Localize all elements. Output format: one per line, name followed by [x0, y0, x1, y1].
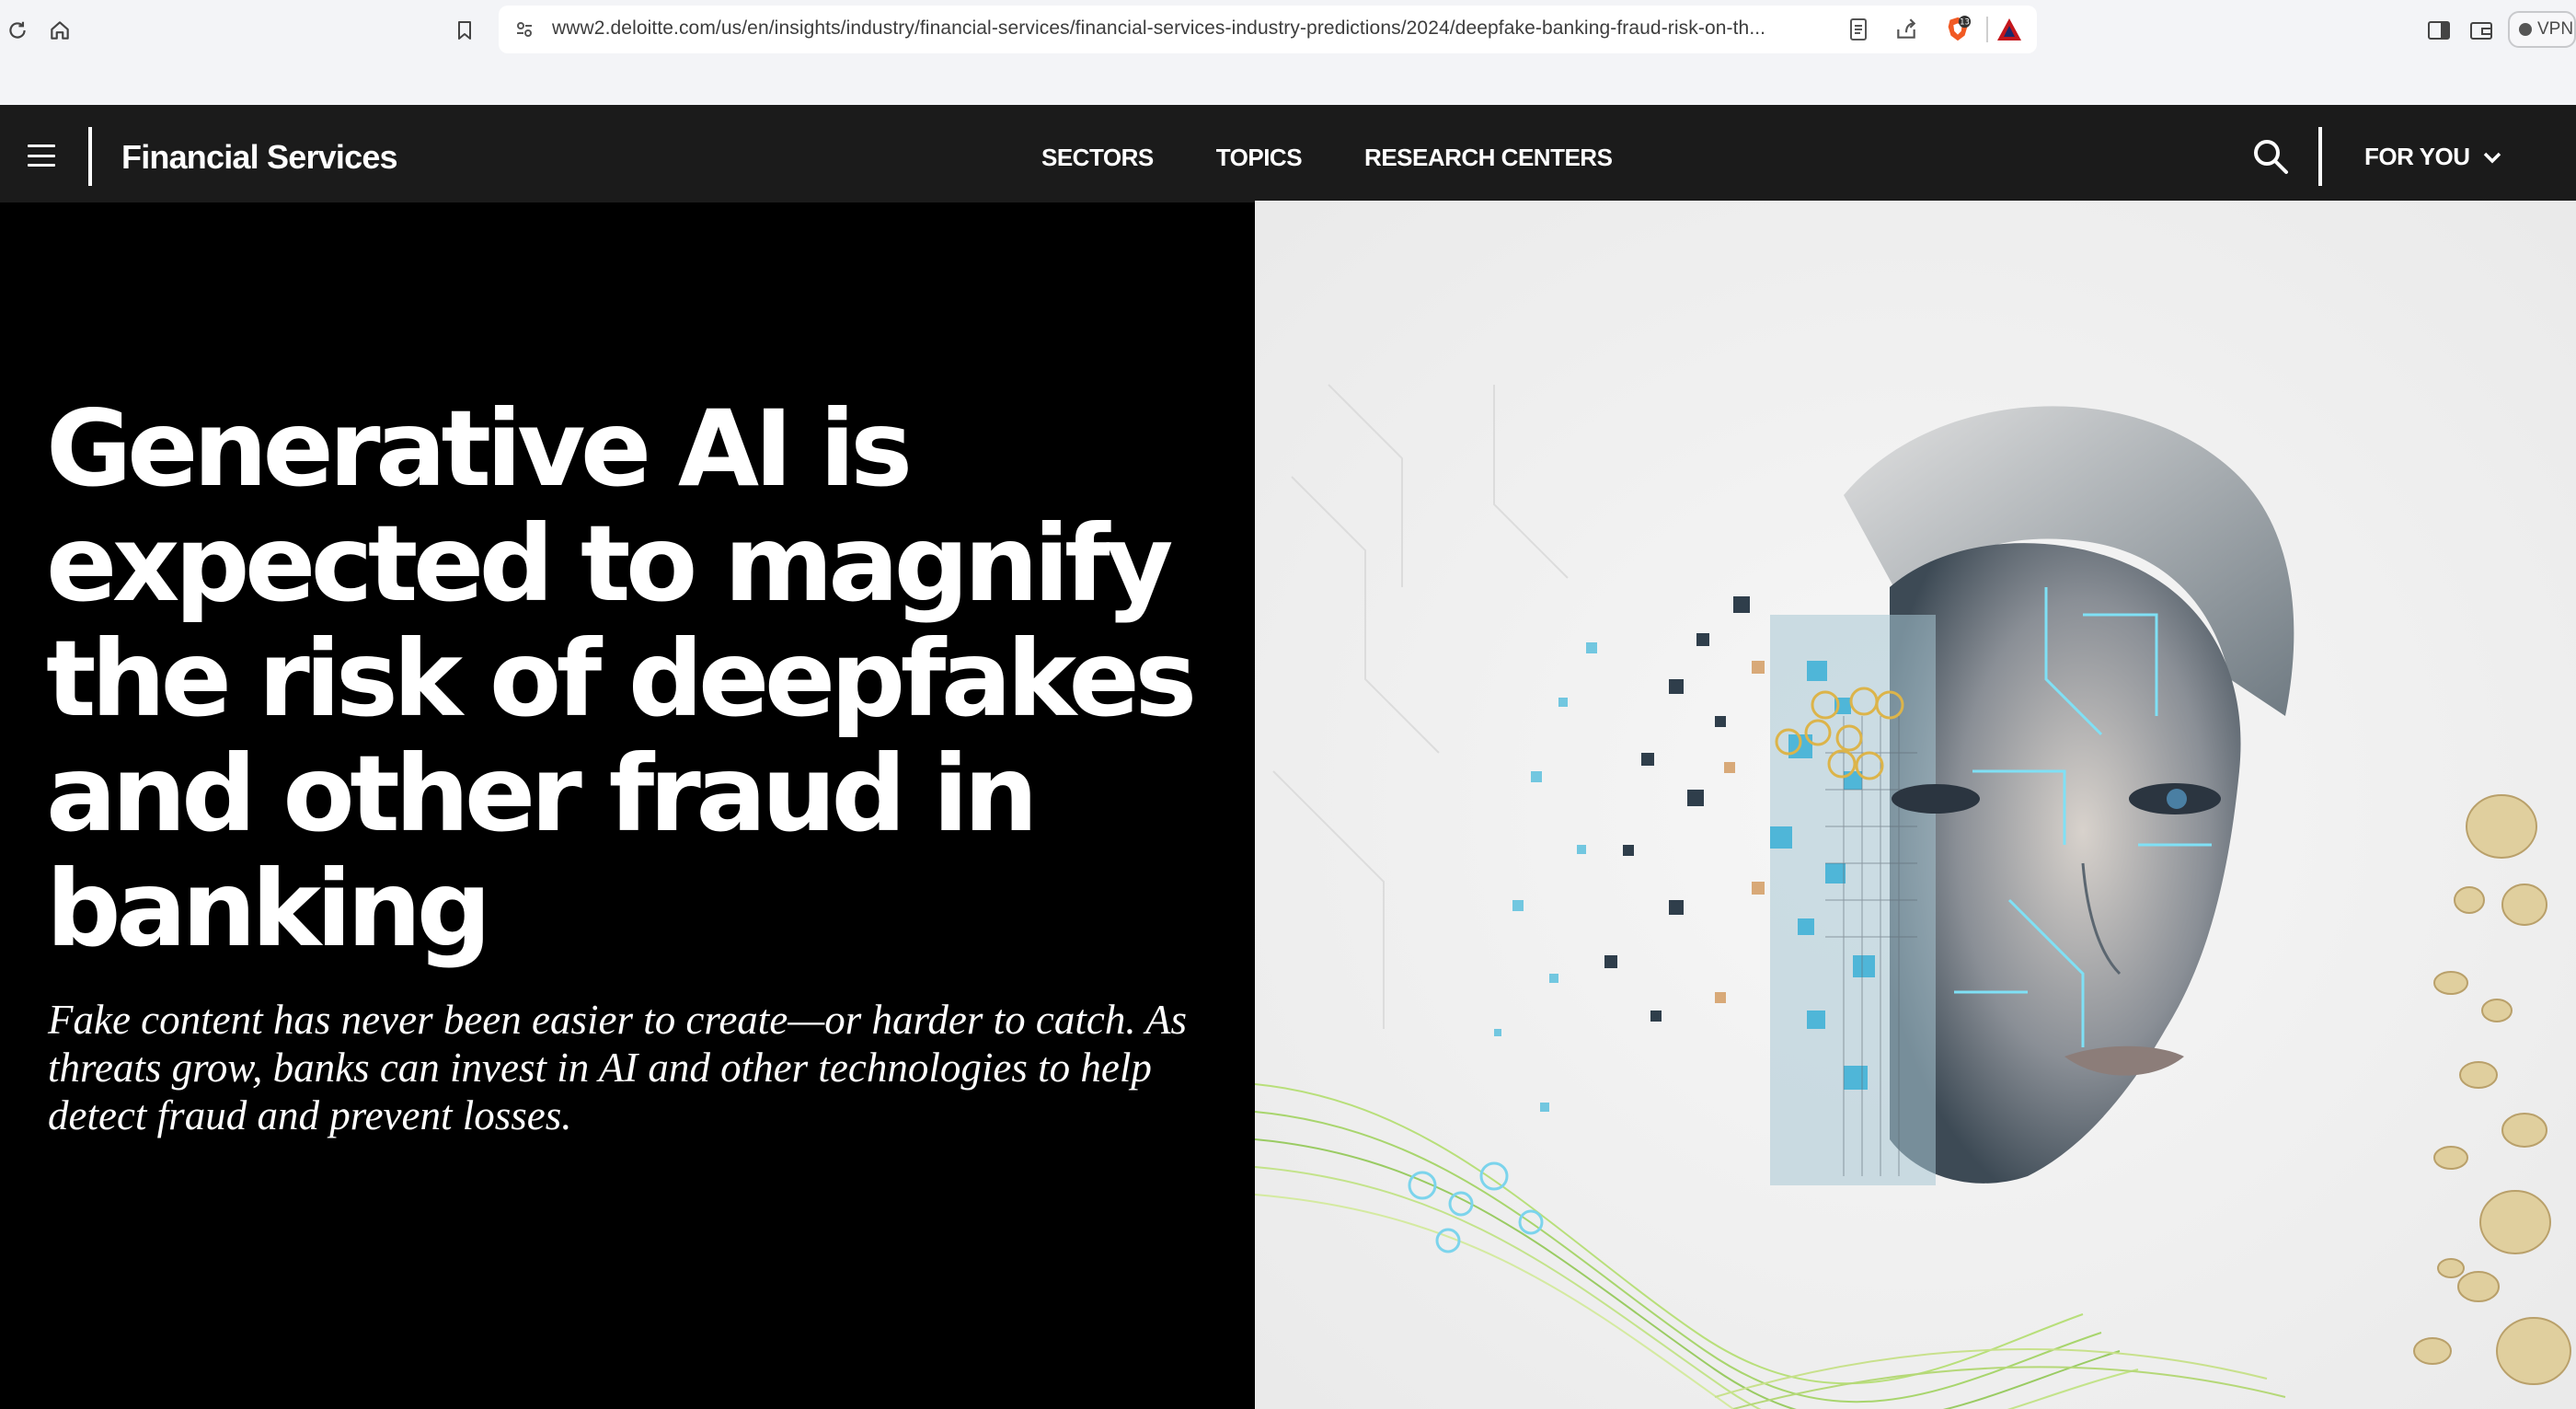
site-brand[interactable]: Financial Services: [121, 138, 398, 177]
shield-count-badge: 13: [1960, 17, 1970, 26]
nav-research-centers[interactable]: RESEARCH CENTERS: [1364, 144, 1613, 172]
nav-topics[interactable]: TOPICS: [1216, 144, 1303, 172]
for-you-label: FOR YOU: [2364, 143, 2470, 170]
chevron-down-icon: [2484, 152, 2501, 163]
article-title: Generative AI is expected to magnify the…: [46, 387, 1197, 970]
menu-icon[interactable]: [28, 144, 55, 167]
primary-nav: SECTORS TOPICS RESEARCH CENTERS: [1041, 144, 1674, 172]
site-navigation: Financial Services SECTORS TOPICS RESEAR…: [0, 109, 2576, 202]
reader-mode-icon[interactable]: [1844, 15, 1873, 44]
browser-toolbar: www2.deloitte.com/us/en/insights/industr…: [0, 0, 2576, 109]
nav-sectors[interactable]: SECTORS: [1041, 144, 1154, 172]
home-icon[interactable]: [44, 15, 75, 46]
vpn-button[interactable]: VPN: [2508, 11, 2576, 48]
nav-divider: [88, 127, 92, 186]
address-bar[interactable]: www2.deloitte.com/us/en/insights/industr…: [499, 6, 2037, 53]
share-icon[interactable]: [1892, 15, 1921, 44]
site-settings-icon[interactable]: [510, 15, 539, 44]
search-icon[interactable]: [2250, 136, 2291, 177]
vpn-label: VPN: [2537, 19, 2574, 39]
brave-shield-icon[interactable]: 13: [1943, 15, 1972, 44]
for-you-dropdown[interactable]: FOR YOU: [2364, 143, 2502, 171]
hero-image: [1255, 201, 2576, 1409]
bookmark-icon[interactable]: [449, 15, 480, 46]
address-bar-divider: [1986, 17, 1988, 42]
article-subtitle: Fake content has never been easier to cr…: [48, 997, 1188, 1138]
url-text[interactable]: www2.deloitte.com/us/en/insights/industr…: [552, 17, 1840, 40]
vpn-status-icon: [2519, 23, 2532, 36]
deepfake-face-illustration: [1255, 201, 2576, 1409]
wallet-icon[interactable]: [2466, 15, 2497, 46]
nav-divider: [2318, 127, 2322, 186]
reload-icon[interactable]: [2, 15, 33, 46]
sidebar-icon[interactable]: [2423, 15, 2455, 46]
brave-rewards-icon[interactable]: [1995, 15, 2024, 44]
hero-text-panel: Generative AI is expected to magnify the…: [0, 202, 1255, 1409]
